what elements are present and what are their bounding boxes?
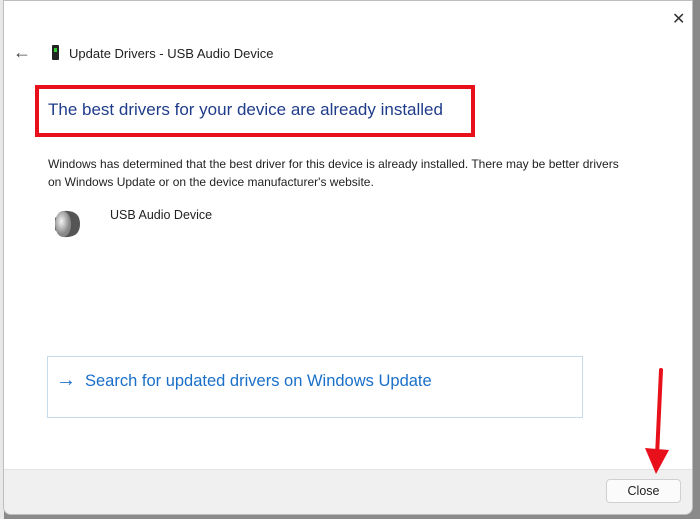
update-drivers-dialog: ✕ ← Update Drivers - USB Audio Device Th… bbox=[3, 0, 693, 515]
search-windows-update-link[interactable]: → Search for updated drivers on Windows … bbox=[47, 356, 583, 418]
close-icon[interactable]: ✕ bbox=[672, 9, 685, 29]
dialog-title: Update Drivers - USB Audio Device bbox=[69, 46, 274, 61]
annotation-arrow-icon bbox=[645, 368, 669, 474]
search-link-label: Search for updated drivers on Windows Up… bbox=[85, 372, 432, 390]
device-name: USB Audio Device bbox=[110, 208, 213, 222]
back-arrow-icon[interactable]: ← bbox=[13, 42, 31, 63]
speaker-icon bbox=[55, 210, 80, 238]
status-heading: The best drivers for your device are alr… bbox=[48, 100, 443, 119]
device-icon bbox=[52, 45, 59, 60]
dialog-footer bbox=[4, 469, 692, 514]
close-button[interactable]: Close bbox=[606, 479, 681, 503]
arrow-right-icon: → bbox=[56, 369, 76, 391]
status-description: Windows has determined that the best dri… bbox=[48, 157, 619, 189]
